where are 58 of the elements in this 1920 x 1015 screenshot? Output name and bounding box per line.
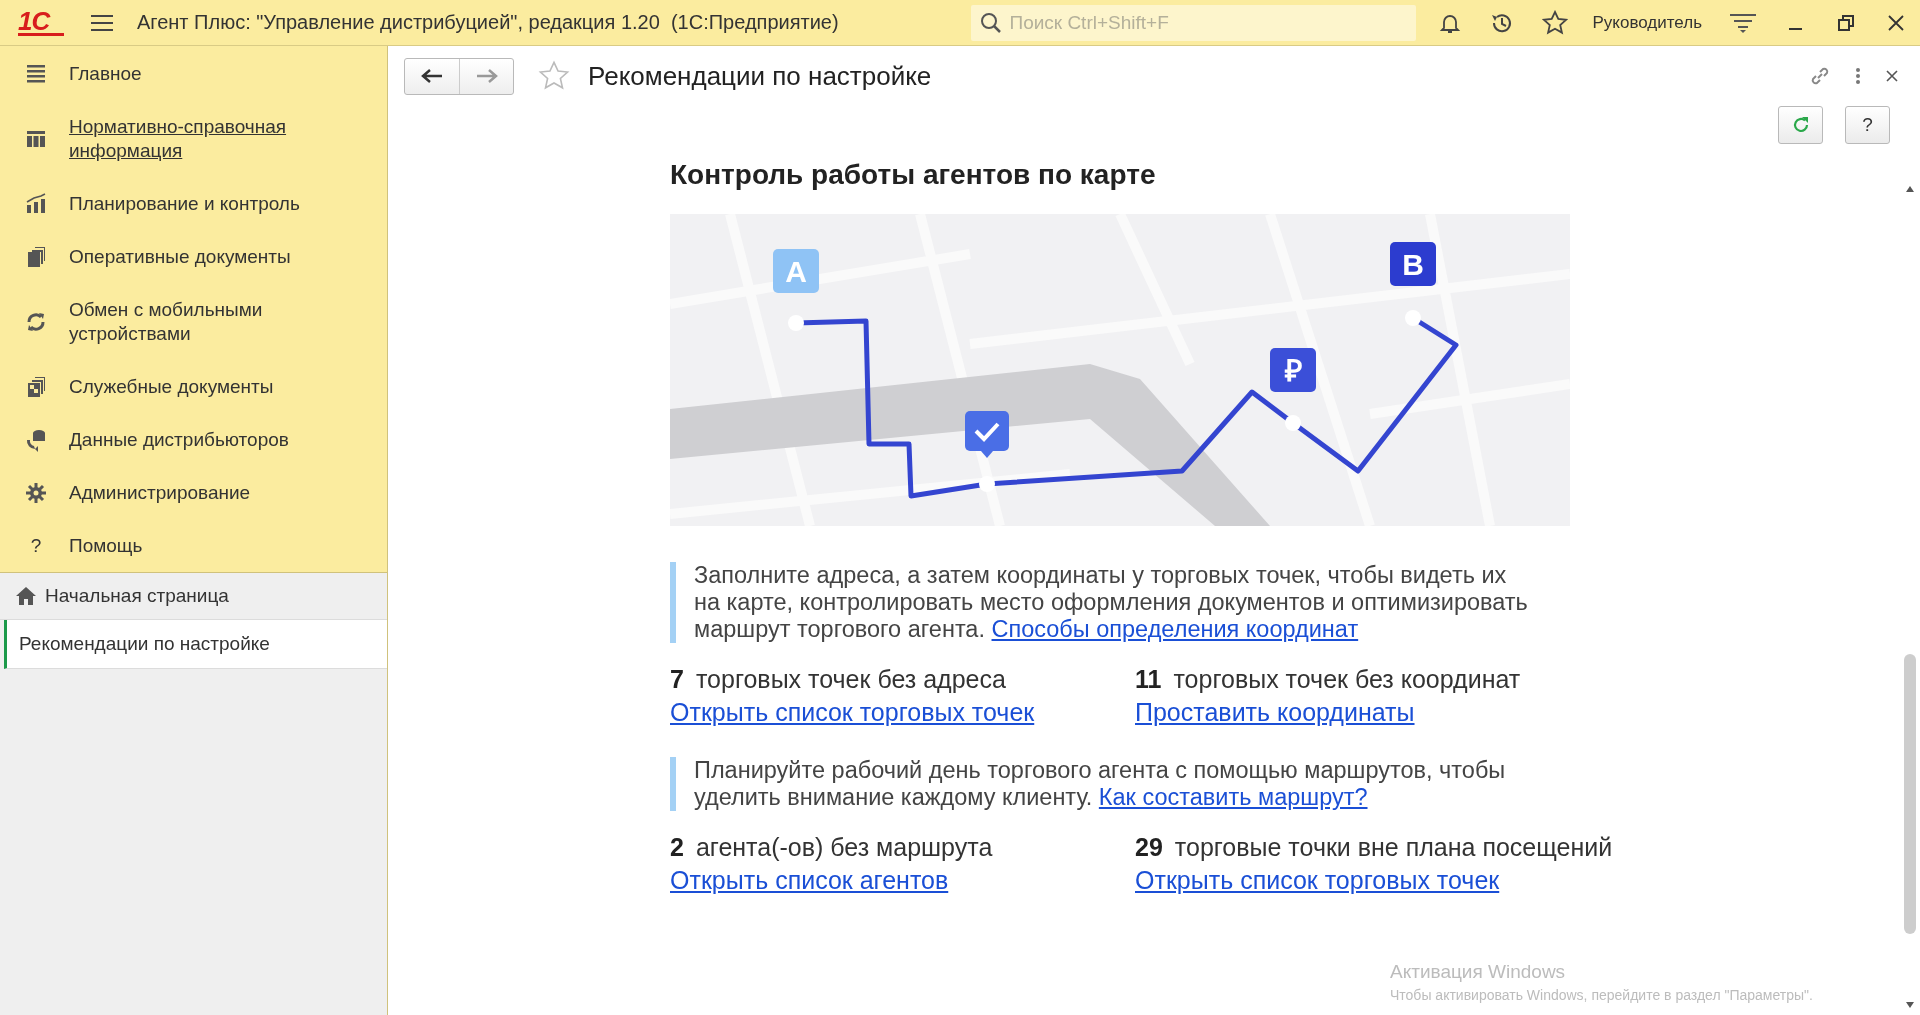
- window-title: Агент Плюс: "Управление дистрибуцией", редакция 1.20 (1С:Предприятие): [137, 11, 839, 34]
- action-link[interactable]: Открыть список торговых точек: [670, 698, 1035, 727]
- right-arrow-icon: [475, 69, 498, 83]
- menu-icon[interactable]: [91, 13, 113, 32]
- left-arrow-icon: [421, 69, 443, 83]
- refresh-button[interactable]: [1778, 106, 1823, 144]
- stat-count: 29: [1135, 833, 1163, 862]
- scroll-down-icon[interactable]: [1905, 1001, 1915, 1009]
- open-window-tab[interactable]: Рекомендации по настройке: [4, 620, 387, 669]
- home-icon: [15, 586, 37, 606]
- pin-label: A: [785, 255, 807, 288]
- form-title: Рекомендации по настройке: [588, 60, 932, 92]
- action-link[interactable]: Открыть список агентов: [670, 866, 949, 895]
- star-icon[interactable]: [538, 60, 570, 92]
- stat-label: торговых точек без координат: [1173, 665, 1521, 694]
- watermark-text: Чтобы активировать Windows, перейдите в раздел "Параметры".: [1390, 987, 1813, 1003]
- close-icon[interactable]: [1884, 68, 1900, 84]
- stat-label: агента(-ов) без маршрута: [695, 833, 993, 862]
- bar-chart-icon: [24, 191, 48, 216]
- map-pin: [1270, 348, 1316, 392]
- stat-label: торговых точек без адреса: [695, 665, 1006, 694]
- sidebar-item[interactable]: Оперативные документы: [69, 244, 291, 269]
- map-pin: [1390, 242, 1436, 286]
- action-link[interactable]: Проставить координаты: [1135, 698, 1415, 727]
- sidebar-item[interactable]: Главное: [69, 61, 142, 86]
- sidebar-item[interactable]: Помощь: [69, 533, 143, 558]
- sidebar-item[interactable]: Нормативно-справочная информация: [69, 114, 329, 163]
- info-text: Заполните адреса, а затем координаты у торговых точек, чтобы видеть их на карте, контролировать место оформления документов и оптимизировать маршрут торгового агента. Способы определения координат: [670, 562, 1534, 643]
- action-link[interactable]: Открыть список торговых точек: [1135, 866, 1500, 895]
- sidebar-item[interactable]: Данные дистрибьюторов: [69, 427, 289, 452]
- scroll-up-icon[interactable]: [1905, 185, 1915, 193]
- sidebar-item[interactable]: Администрирование: [69, 480, 251, 505]
- restore-icon[interactable]: [1836, 12, 1856, 33]
- stat-label: торговые точки вне плана посещений: [1174, 833, 1613, 862]
- section-heading: Контроль работы агентов по карте: [670, 158, 1157, 192]
- pin-label: B: [1402, 248, 1424, 281]
- map-pin: [773, 249, 819, 293]
- stat-count: 11: [1135, 665, 1162, 694]
- help-button[interactable]: ?: [1845, 106, 1890, 144]
- help-link[interactable]: Как составить маршрут?: [1098, 784, 1368, 810]
- close-icon[interactable]: [1886, 12, 1906, 33]
- sidebar-item[interactable]: Служебные документы: [69, 374, 274, 399]
- more-icon[interactable]: [1854, 66, 1862, 86]
- question-icon: ?: [24, 533, 48, 558]
- watermark-title: Активация Windows: [1390, 961, 1567, 983]
- star-icon[interactable]: [1542, 9, 1569, 36]
- check-pin-icon: [965, 411, 1009, 458]
- logo: 1С: [18, 9, 64, 36]
- stat-count: 7: [670, 665, 684, 694]
- pin-label: ₽: [1284, 354, 1302, 387]
- sidebar-item[interactable]: Планирование и контроль: [69, 191, 300, 216]
- sidebar-item[interactable]: Обмен с мобильными устройствами: [69, 297, 329, 346]
- help-link[interactable]: Способы определения координат: [991, 616, 1359, 642]
- database-icon: [24, 427, 48, 452]
- stat-count: 2: [670, 833, 684, 862]
- info-text: Планируйте рабочий день торгового агента с помощью маршрутов, чтобы уделить внимание каждому клиенту. Как составить маршрут?: [670, 757, 1534, 811]
- user-name[interactable]: Руководитель: [1592, 12, 1702, 33]
- settings-icon: [24, 480, 48, 505]
